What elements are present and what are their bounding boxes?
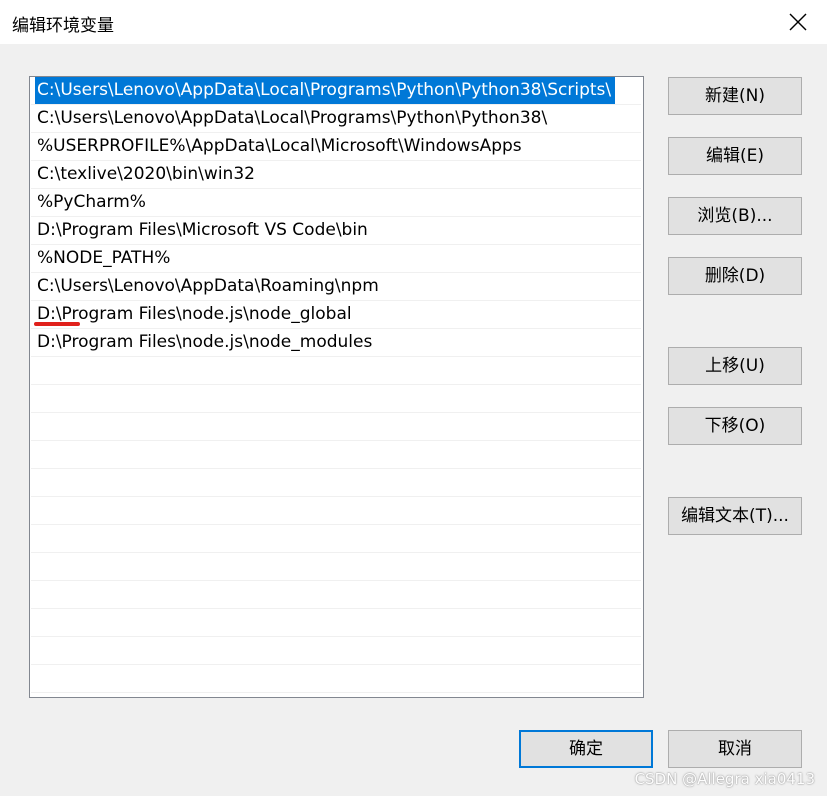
empty-list-row[interactable] (31, 553, 641, 581)
browse-button[interactable]: 浏览(B)... (668, 197, 802, 235)
path-text: %PyCharm% (37, 192, 146, 212)
path-text: C:\Users\Lenovo\AppData\Local\Programs\P… (37, 108, 548, 128)
ok-button[interactable]: 确定 (519, 730, 653, 768)
path-text: D:\Program Files\node.js\node_global (37, 304, 352, 324)
move-down-button[interactable]: 下移(O) (668, 407, 802, 445)
cancel-button[interactable]: 取消 (668, 730, 802, 768)
edit-text-button[interactable]: 编辑文本(T)... (668, 497, 802, 535)
close-icon (789, 13, 807, 31)
empty-list-row[interactable] (31, 525, 641, 553)
path-list[interactable]: C:\Users\Lenovo\AppData\Local\Programs\P… (29, 76, 644, 698)
path-list-item[interactable]: C:\Users\Lenovo\AppData\Local\Programs\P… (31, 105, 641, 133)
empty-list-row[interactable] (31, 581, 641, 609)
path-list-item[interactable]: D:\Program Files\node.js\node_global (31, 301, 641, 329)
path-text: C:\Users\Lenovo\AppData\Local\Programs\P… (35, 77, 616, 104)
empty-list-row[interactable] (31, 357, 641, 385)
empty-list-row[interactable] (31, 637, 641, 665)
empty-list-row[interactable] (31, 609, 641, 637)
path-text: %USERPROFILE%\AppData\Local\Microsoft\Wi… (37, 136, 522, 156)
path-list-item[interactable]: D:\Program Files\node.js\node_modules (31, 329, 641, 357)
path-list-item[interactable]: C:\Users\Lenovo\AppData\Roaming\npm (31, 273, 641, 301)
path-list-item[interactable]: %PyCharm% (31, 189, 641, 217)
delete-button[interactable]: 删除(D) (668, 257, 802, 295)
red-underline-annotation (34, 322, 80, 326)
empty-list-row[interactable] (31, 665, 641, 693)
path-list-item[interactable]: C:\texlive\2020\bin\win32 (31, 161, 641, 189)
empty-list-row[interactable] (31, 469, 641, 497)
edit-button[interactable]: 编辑(E) (668, 137, 802, 175)
path-text: C:\Users\Lenovo\AppData\Roaming\npm (37, 276, 379, 296)
path-text: %NODE_PATH% (37, 248, 171, 268)
path-list-item[interactable]: D:\Program Files\Microsoft VS Code\bin (31, 217, 641, 245)
path-list-item[interactable]: %NODE_PATH% (31, 245, 641, 273)
new-button[interactable]: 新建(N) (668, 77, 802, 115)
dialog-title: 编辑环境变量 (12, 16, 114, 36)
path-text: D:\Program Files\node.js\node_modules (37, 332, 373, 352)
empty-list-row[interactable] (31, 413, 641, 441)
empty-list-row[interactable] (31, 497, 641, 525)
path-list-item[interactable]: C:\Users\Lenovo\AppData\Local\Programs\P… (31, 77, 641, 105)
watermark: CSDN @Allegra xia0413 (634, 770, 815, 788)
close-button[interactable] (771, 0, 827, 44)
path-text: D:\Program Files\Microsoft VS Code\bin (37, 220, 368, 240)
empty-list-row[interactable] (31, 441, 641, 469)
title-bar: 编辑环境变量 (0, 0, 827, 44)
path-text: C:\texlive\2020\bin\win32 (37, 164, 255, 184)
move-up-button[interactable]: 上移(U) (668, 347, 802, 385)
empty-list-row[interactable] (31, 385, 641, 413)
path-list-item[interactable]: %USERPROFILE%\AppData\Local\Microsoft\Wi… (31, 133, 641, 161)
